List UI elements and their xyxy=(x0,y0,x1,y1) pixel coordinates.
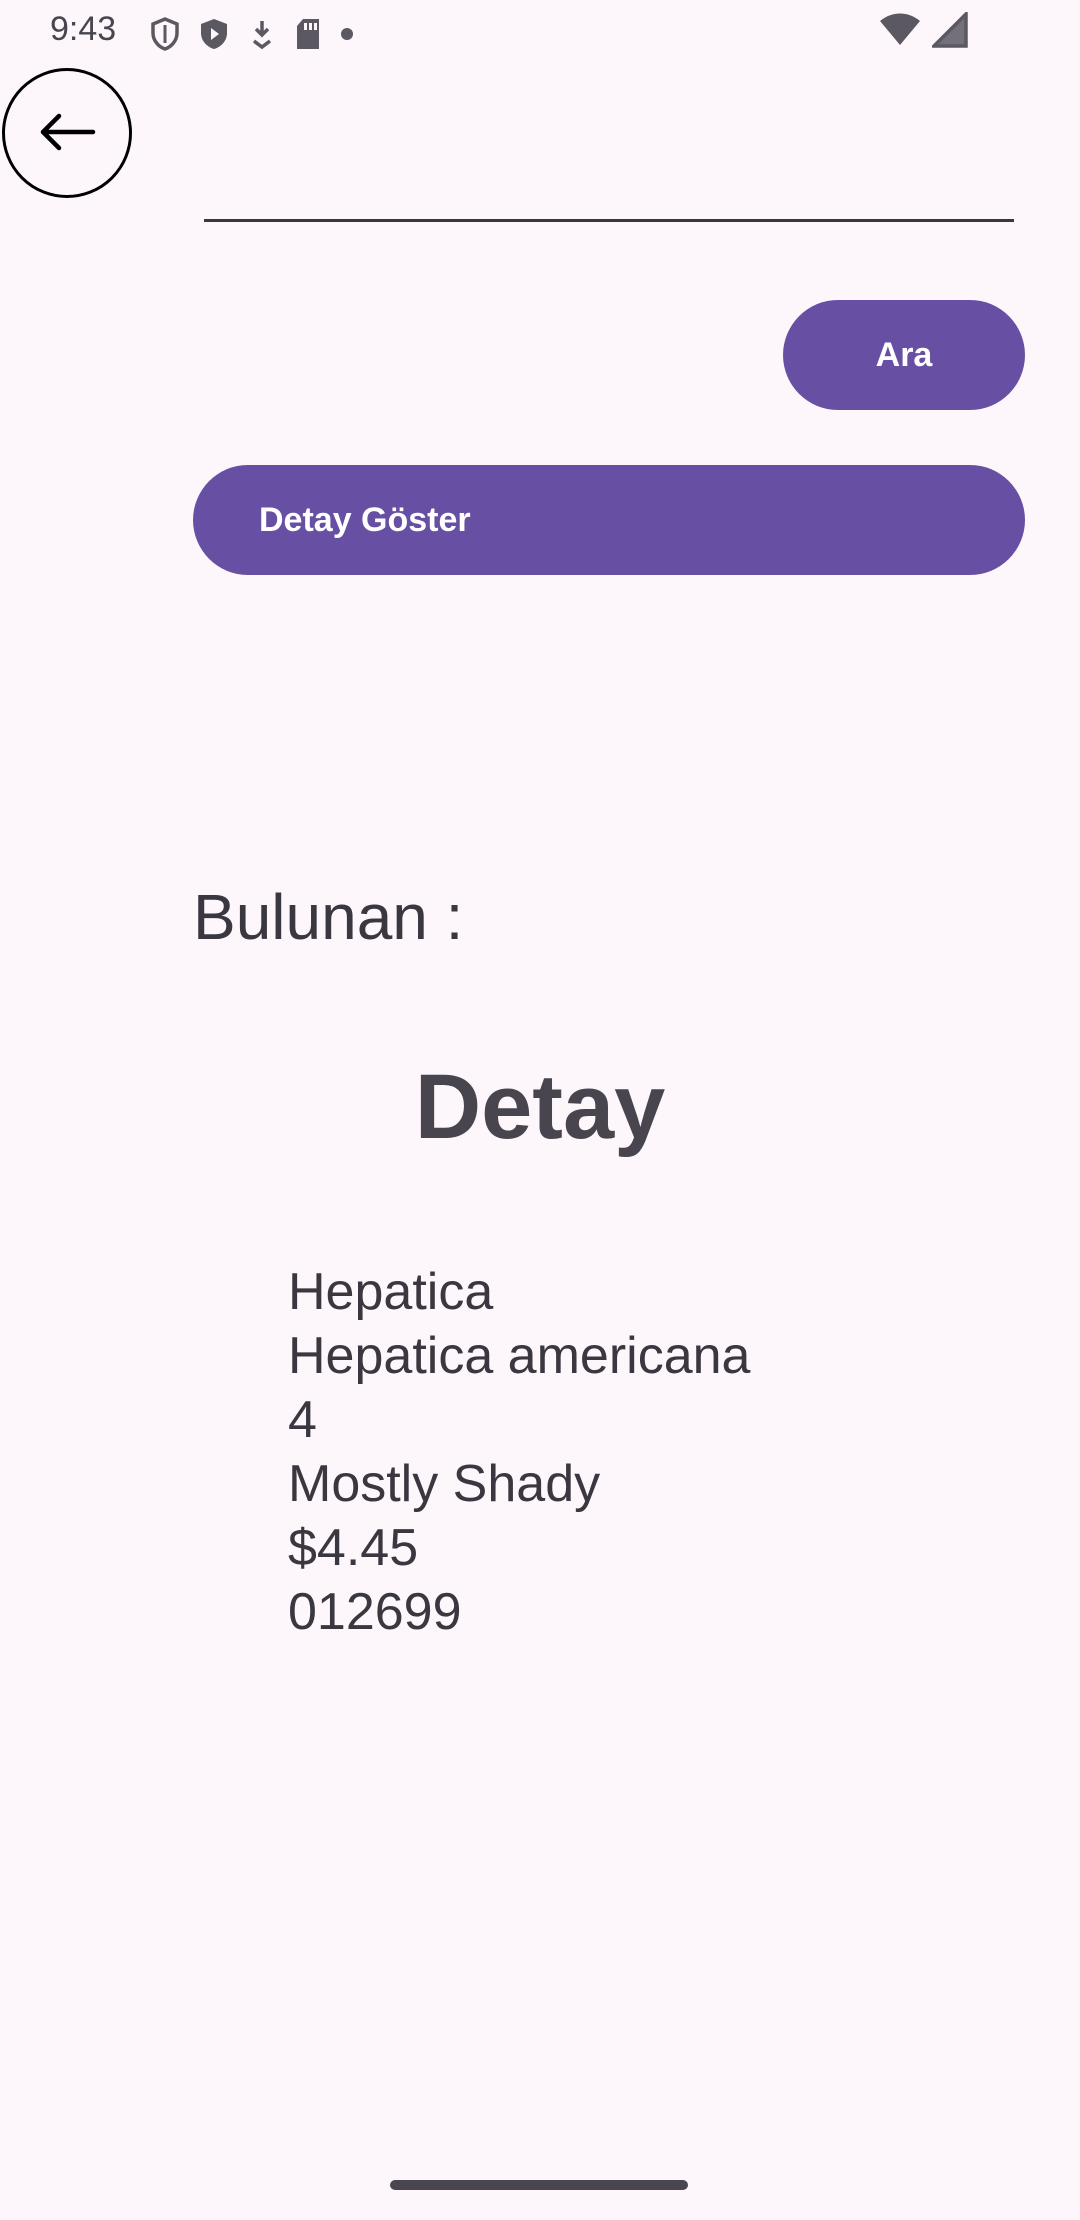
found-label: Bulunan : xyxy=(193,881,464,953)
home-indicator[interactable] xyxy=(390,2180,688,2190)
detail-availability: 012699 xyxy=(288,1583,462,1641)
search-input[interactable] xyxy=(204,150,1014,222)
detail-title: Detay xyxy=(414,1056,666,1158)
show-detail-button[interactable]: Detay Göster xyxy=(193,465,1025,575)
dot-icon xyxy=(340,27,354,41)
detail-botanical-name: Hepatica americana xyxy=(288,1327,751,1385)
detail-common-name: Hepatica xyxy=(288,1263,494,1321)
arrow-left-icon xyxy=(37,112,97,155)
detail-light: Mostly Shady xyxy=(288,1455,601,1513)
search-button[interactable]: Ara xyxy=(783,300,1025,410)
shield-play-icon xyxy=(198,17,230,51)
status-icons-right xyxy=(878,9,968,53)
status-bar: 9:43 xyxy=(0,0,1080,66)
back-button[interactable] xyxy=(2,68,132,198)
detail-zone: 4 xyxy=(288,1391,317,1449)
sd-card-icon xyxy=(294,17,322,51)
download-icon xyxy=(248,17,276,51)
detail-price: $4.45 xyxy=(288,1519,419,1577)
wifi-icon xyxy=(878,13,922,52)
detail-info: Hepatica Hepatica americana 4 Mostly Sha… xyxy=(288,1260,750,1644)
status-icons-left xyxy=(150,14,354,54)
status-time: 9:43 xyxy=(50,10,117,48)
signal-icon xyxy=(929,9,968,53)
shield-outline-icon xyxy=(150,17,180,51)
